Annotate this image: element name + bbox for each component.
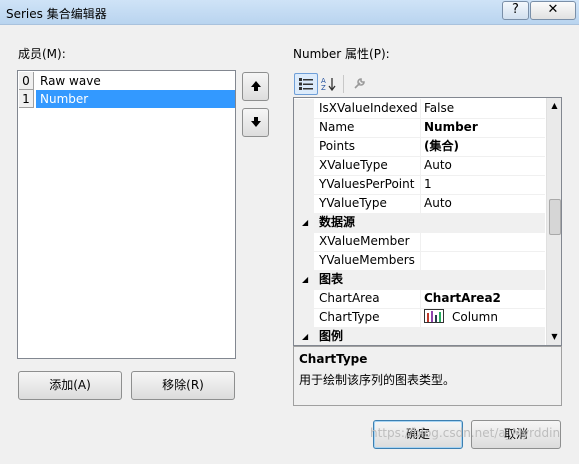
help-button[interactable]: ? [502,1,529,20]
property-row[interactable]: YValuesPerPoint 1 [294,175,545,195]
wrench-icon [353,78,365,89]
property-value[interactable]: 1 [424,175,545,194]
row-gutter [294,232,314,251]
arrow-up-icon [250,81,261,91]
column-divider [420,118,421,137]
collapse-icon[interactable]: ◢ [302,327,308,345]
members-label: 成员(M): [18,47,66,61]
property-name: YValueType [319,196,387,210]
property-name: YValueMembers [319,253,415,267]
categorized-icon [299,78,313,90]
remove-button[interactable]: 移除(R) [131,371,235,400]
row-gutter [294,251,314,270]
description-title: ChartType [299,352,368,366]
property-value[interactable]: ChartArea2 [424,289,545,308]
category-row[interactable]: ◢ 图例 [294,327,545,345]
category-name: 图表 [319,272,344,286]
property-row[interactable]: Name Number [294,118,545,138]
property-name: ChartArea [319,291,380,305]
toolbar-divider [343,75,344,93]
property-name: YValuesPerPoint [319,177,415,191]
property-row[interactable]: YValueMembers [294,251,545,271]
property-name: IsXValueIndexed [319,101,418,115]
property-name: ChartType [319,310,380,324]
list-item-index: 0 [19,72,34,90]
categorized-button[interactable] [294,73,318,95]
row-gutter [294,308,314,327]
collapse-icon[interactable]: ◢ [302,270,308,289]
property-row[interactable]: ChartType Column [294,308,545,328]
alphabetical-button[interactable]: A Z [318,74,340,94]
column-chart-icon [424,309,444,323]
property-value[interactable]: False [424,99,545,118]
svg-text:Z: Z [321,84,326,91]
column-divider [420,289,421,308]
category-name: 图例 [319,329,344,343]
move-up-button[interactable] [242,72,269,101]
property-value[interactable]: Number [424,118,545,137]
column-divider [420,251,421,270]
move-down-button[interactable] [242,108,269,137]
property-value[interactable]: (集合) [424,137,545,156]
property-value[interactable]: Column [424,308,545,327]
collapse-icon[interactable]: ◢ [302,213,308,232]
row-gutter [294,137,314,156]
scroll-up-icon[interactable]: ▲ [547,98,561,113]
scroll-down-icon[interactable]: ▼ [547,329,561,344]
list-item-index: 1 [19,90,34,108]
category-row[interactable]: ◢ 图表 [294,270,545,290]
property-name: Points [319,139,356,153]
close-button[interactable]: ✕ [530,1,576,20]
property-row[interactable]: YValueType Auto [294,194,545,214]
row-gutter [294,194,314,213]
description-panel: ChartType 用于绘制该序列的图表类型。 [293,346,562,406]
members-list[interactable]: 0 Raw wave 1 Number [17,70,236,359]
property-value-text: Column [452,310,498,324]
title-bar: Series 集合编辑器 [0,0,579,25]
property-row[interactable]: ChartArea ChartArea2 [294,289,545,309]
add-button[interactable]: 添加(A) [18,371,122,400]
close-icon: ✕ [547,2,559,17]
window-title: Series 集合编辑器 [6,7,107,21]
property-value[interactable]: Auto [424,194,545,213]
category-name: 数据源 [319,215,356,229]
alphabetical-icon: A Z [321,77,336,92]
property-row[interactable]: XValueMember [294,232,545,252]
column-divider [420,232,421,251]
properties-label: Number 属性(P): [293,47,390,61]
property-row[interactable]: IsXValueIndexed False [294,99,545,119]
row-gutter [294,99,314,118]
row-gutter [294,156,314,175]
column-divider [420,156,421,175]
row-gutter [294,289,314,308]
column-divider [420,308,421,327]
description-text: 用于绘制该序列的图表类型。 [299,373,456,387]
category-row[interactable]: ◢ 数据源 [294,213,545,233]
property-pages-button[interactable] [348,74,370,94]
column-divider [420,175,421,194]
arrow-down-icon [250,117,261,127]
column-divider [420,99,421,118]
property-row[interactable]: XValueType Auto [294,156,545,176]
property-row[interactable]: Points (集合) [294,137,545,157]
property-grid[interactable]: IsXValueIndexed False Name Number Points (集合)… [293,97,562,346]
watermark: https://blog.csdn.net/a_Myrddin [370,426,561,440]
column-divider [420,194,421,213]
scroll-thumb[interactable] [549,199,561,235]
row-gutter [294,175,314,194]
property-name: Name [319,120,355,134]
help-icon: ? [512,2,519,17]
property-name: XValueMember [319,234,410,248]
list-item-name: Number [36,90,235,108]
row-gutter [294,118,314,137]
property-value[interactable]: Auto [424,156,545,175]
column-divider [420,137,421,156]
list-item-name: Raw wave [40,74,101,88]
vertical-scrollbar[interactable]: ▲ ▼ [546,98,561,345]
property-name: XValueType [319,158,388,172]
